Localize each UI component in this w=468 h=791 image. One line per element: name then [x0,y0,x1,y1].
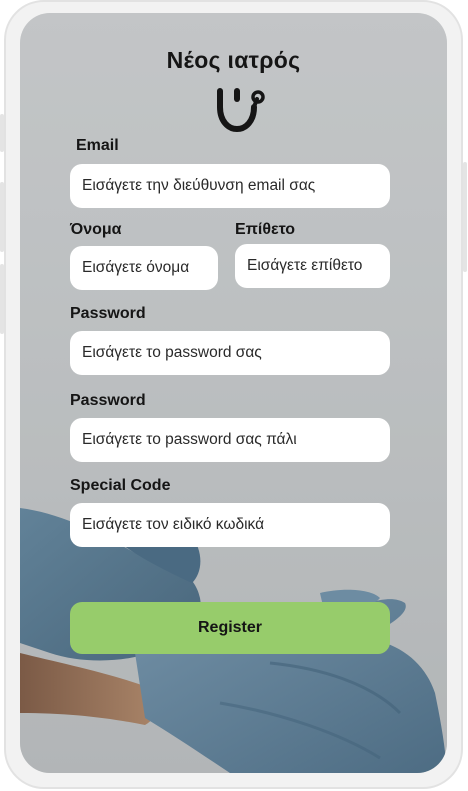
password-field[interactable] [70,331,390,375]
stethoscope-icon [217,88,265,133]
last-name-field[interactable] [235,244,390,288]
special-code-field[interactable] [70,503,390,547]
first-name-field[interactable] [70,246,218,290]
password-label: Password [70,305,146,322]
special-code-label: Special Code [70,477,171,494]
password-confirm-field[interactable] [70,418,390,462]
page-title: Νέος ιατρός [166,47,301,73]
password-confirm-label: Password [70,392,146,409]
device-side-button [0,182,4,252]
email-label: Email [76,137,119,154]
first-name-label: Όνομα [70,221,122,238]
app-screen: Νέος ιατρός Email Όνομα Επίθετο Password… [20,13,447,773]
device-side-button [0,114,4,152]
register-button[interactable]: Register [70,602,390,654]
device-side-button [463,162,467,272]
device-side-button [0,264,4,334]
email-field[interactable] [70,164,390,208]
last-name-label: Επίθετο [235,221,296,238]
